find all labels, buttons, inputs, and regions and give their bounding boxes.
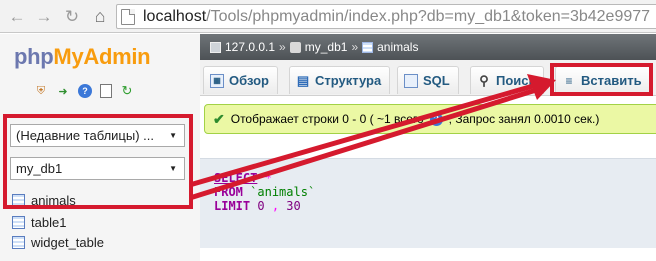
url-host: localhost: [143, 7, 207, 25]
table-icon: [12, 215, 25, 229]
breadcrumb-server[interactable]: 127.0.0.1: [225, 40, 275, 54]
success-message: ✔ Отображает строки 0 - 0 ( ~1 всего ? ,…: [204, 104, 656, 134]
phpmyadmin-logo[interactable]: phpMyAdmin: [14, 44, 151, 70]
message-time: , Запрос занял 0.0010 сек.): [448, 112, 600, 126]
table-item-widget-table[interactable]: widget_table: [12, 233, 104, 251]
sql-keyword-from: FROM: [214, 185, 243, 199]
table-item-label: table1: [31, 214, 67, 230]
message-rows: Отображает строки 0 - 0 ( ~1 всего: [230, 112, 424, 126]
forward-icon[interactable]: →: [33, 5, 55, 27]
sql-offset: 0: [257, 199, 265, 213]
sql-icon: [404, 73, 418, 88]
url-path: /Tools/phpmyadmin/index.php?db=my_db1&to…: [206, 7, 651, 25]
address-bar[interactable]: localhost/Tools/phpmyadmin/index.php?db=…: [116, 4, 656, 29]
breadcrumb-database[interactable]: my_db1: [305, 40, 348, 54]
sql-line-from: FROM `animals`: [214, 185, 315, 199]
tab-label: SQL: [423, 73, 450, 88]
tab-search[interactable]: ⚲ Поиск: [470, 66, 545, 94]
tab-browse[interactable]: ▦ Обзор: [203, 66, 278, 94]
sql-star: *: [264, 171, 272, 185]
home-icon[interactable]: ⌂: [89, 5, 111, 27]
breadcrumb-separator: »: [279, 40, 286, 54]
breadcrumb-separator: »: [351, 40, 359, 54]
quick-links: ⛨ ➜ ? ↻: [34, 83, 134, 98]
home-icon[interactable]: ⛨: [34, 84, 48, 98]
reload-icon[interactable]: ↻: [61, 5, 83, 27]
browse-icon: ▦: [210, 73, 224, 88]
sql-comma: ,: [271, 199, 280, 213]
sql-line-select: SELECT *: [214, 171, 272, 185]
annotation-box-insert: [550, 63, 653, 96]
search-icon: ⚲: [479, 72, 489, 88]
annotation-box-left: [3, 114, 193, 209]
tab-sql[interactable]: SQL: [397, 66, 459, 94]
browser-toolbar: ← → ↻ ⌂ localhost/Tools/phpmyadmin/index…: [0, 0, 656, 33]
back-icon[interactable]: ←: [6, 5, 28, 27]
database-icon: [289, 41, 301, 53]
check-icon: ✔: [213, 110, 225, 127]
structure-icon: ▤: [296, 72, 310, 88]
sql-query-box: SELECT * FROM `animals` LIMIT 0 , 30: [200, 158, 656, 248]
page-icon: [121, 8, 135, 25]
reload-nav-icon[interactable]: ↻: [120, 83, 134, 98]
tab-structure[interactable]: ▤ Структура: [289, 66, 391, 94]
table-item-label: widget_table: [31, 234, 104, 250]
tab-label: Поиск: [496, 73, 536, 88]
tab-label: Структура: [315, 73, 382, 88]
logout-icon[interactable]: ➜: [56, 84, 70, 98]
sql-line-limit: LIMIT 0 , 30: [214, 199, 301, 213]
breadcrumb-table[interactable]: animals: [377, 40, 418, 54]
table-item-table1[interactable]: table1: [12, 213, 66, 231]
server-icon: [210, 41, 221, 53]
sql-count: 30: [286, 199, 301, 213]
table-icon: [362, 41, 374, 53]
sql-keyword-limit: LIMIT: [214, 199, 251, 213]
tab-label: Обзор: [229, 73, 269, 88]
documentation-icon[interactable]: [100, 84, 112, 98]
table-icon: [12, 235, 25, 249]
help-icon[interactable]: ?: [429, 112, 443, 126]
sql-keyword-select[interactable]: SELECT: [214, 171, 257, 185]
breadcrumb: 127.0.0.1 » my_db1 » animals: [200, 34, 656, 60]
sql-table-name: `animals`: [250, 185, 316, 199]
help-icon[interactable]: ?: [78, 84, 92, 98]
